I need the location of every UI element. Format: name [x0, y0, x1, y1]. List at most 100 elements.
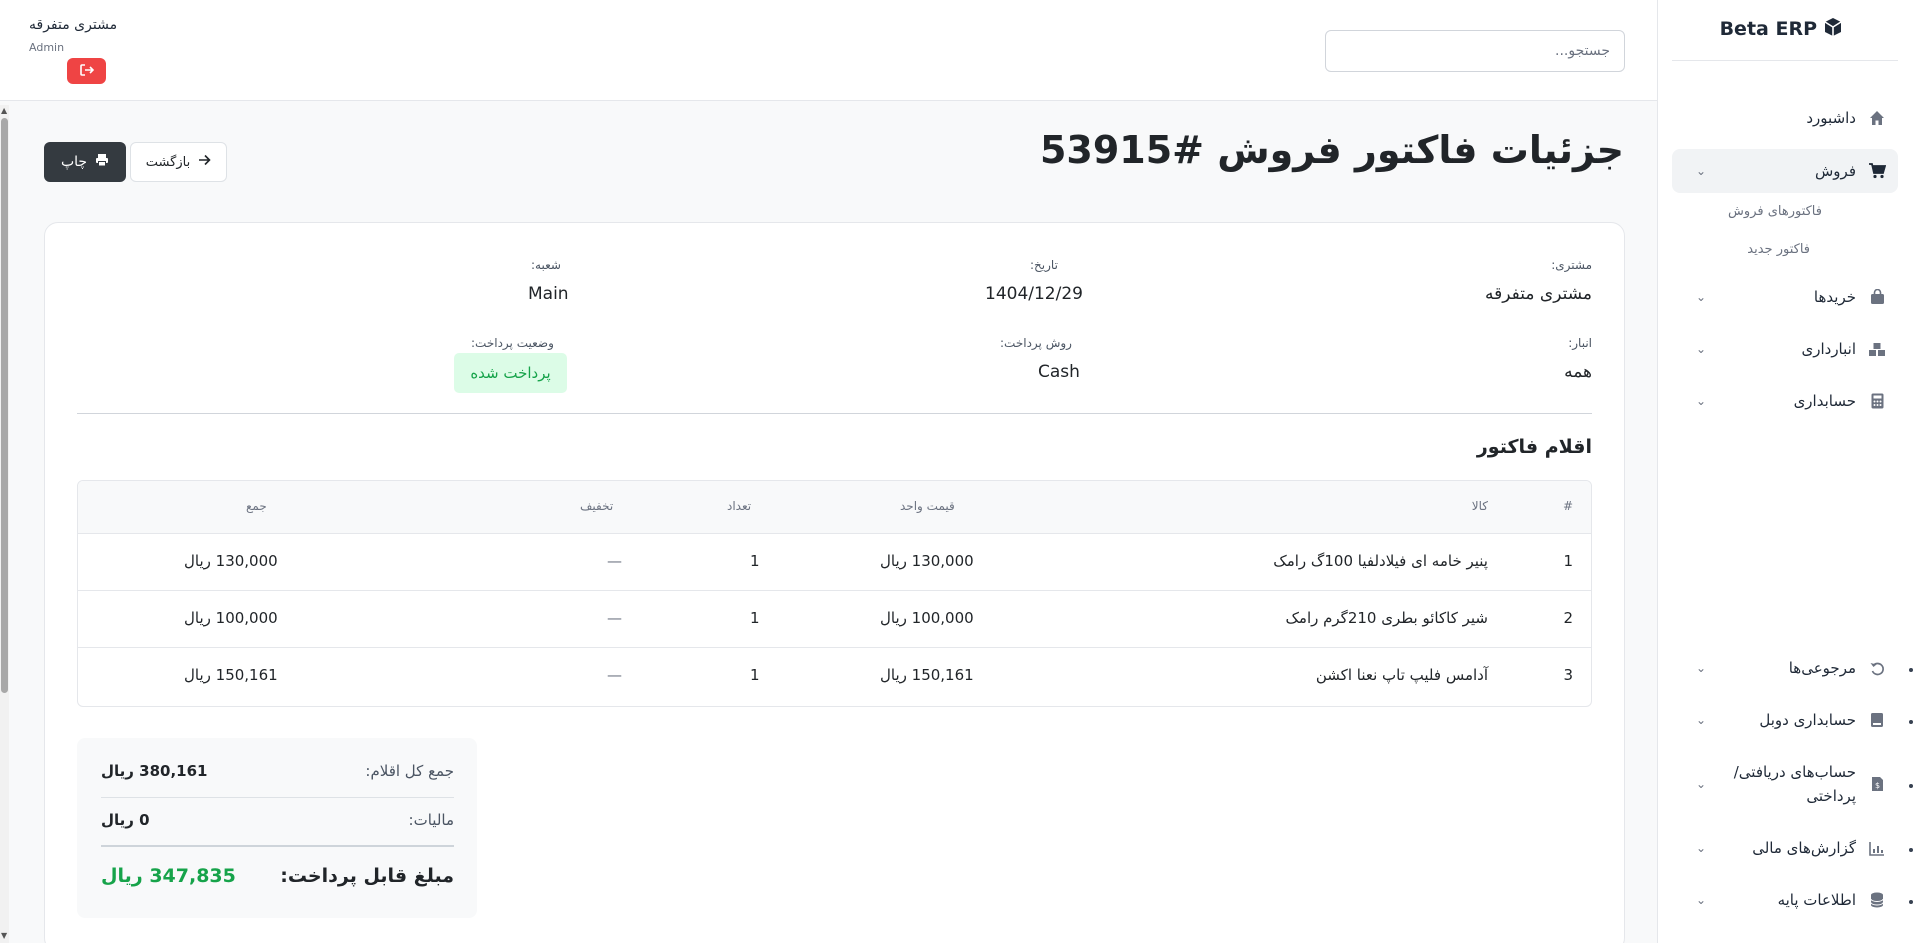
cell-index: 1 — [1563, 552, 1573, 570]
subtotal-value: 380,161 ریال — [101, 762, 208, 780]
sidebar-item-financial-reports[interactable]: گزارش‌های مالی ⌄ — [1672, 826, 1898, 870]
sidebar-item-returns[interactable]: مرجوعی‌ها ⌄ — [1672, 646, 1898, 690]
scroll-up-arrow-icon[interactable]: ▲ — [1, 106, 7, 115]
invoice-icon: $ — [1868, 775, 1886, 793]
chevron-down-icon[interactable]: ⌄ — [1696, 290, 1706, 304]
cell-product: شیر کاکائو بطری 210گرم رامک — [1285, 609, 1488, 627]
sidebar-item-base-info[interactable]: اطلاعات پایه ⌄ — [1672, 878, 1898, 922]
date-value: 1404/12/29 — [985, 284, 1083, 304]
table-row[interactable]: 1 پنیر خامه ای فیلادلفیا 100گ رامک 130,0… — [78, 534, 1591, 591]
col-index: # — [1562, 499, 1573, 513]
brand-divider — [1672, 60, 1898, 61]
back-button[interactable]: بازگشت — [130, 142, 227, 182]
tax-label: مالیات: — [408, 811, 454, 829]
brand[interactable]: Beta ERP — [1720, 16, 1843, 42]
user-name: مشتری متفرقه — [29, 17, 118, 33]
chevron-down-icon[interactable]: ⌄ — [1696, 713, 1706, 727]
table-row[interactable]: 3 آدامس فلیپ تاپ نعنا اکشن 150,161 ریال … — [78, 648, 1591, 705]
sidebar-item-sales[interactable]: فروش ⌄ — [1672, 149, 1898, 193]
back-label: بازگشت — [145, 154, 191, 170]
items-section-title: اقلام فاکتور — [1476, 436, 1592, 458]
invoice-card: مشتری: مشتری متفرقه تاریخ: 1404/12/29 شع… — [44, 222, 1625, 943]
table-row[interactable]: 2 شیر کاکائو بطری 210گرم رامک 100,000 ری… — [78, 591, 1591, 648]
undo-icon — [1868, 659, 1886, 677]
cell-total: 150,161 ریال — [184, 666, 278, 684]
cell-qty: 1 — [750, 666, 760, 684]
cell-unit-price: 130,000 ریال — [880, 552, 974, 570]
top-header: مشتری متفرقه Admin — [0, 0, 1657, 101]
customer-label: مشتری: — [1551, 258, 1592, 272]
arrow-right-icon — [198, 154, 211, 170]
print-button[interactable]: چاپ — [44, 142, 126, 182]
warehouse-label: انبار: — [1568, 336, 1592, 350]
search-input[interactable] — [1325, 30, 1625, 72]
sidebar-item-double-entry[interactable]: حسابداری دوبل ⌄ — [1672, 698, 1898, 742]
chevron-down-icon[interactable]: ⌄ — [1696, 394, 1706, 408]
bullet-dot — [1909, 720, 1913, 724]
chevron-down-icon[interactable]: ⌄ — [1696, 661, 1706, 675]
sidebar-subitem-sales-invoices[interactable]: فاکتورهای فروش — [1728, 204, 1822, 219]
sidebar-item-label: فروش — [1814, 162, 1856, 180]
cell-discount: — — [607, 552, 622, 570]
cart-icon — [1868, 162, 1886, 180]
sidebar-item-label: حسابداری — [1793, 392, 1856, 410]
chevron-down-icon[interactable]: ⌄ — [1696, 777, 1706, 791]
chevron-down-icon[interactable]: ⌄ — [1696, 164, 1706, 178]
totals-divider — [101, 797, 454, 798]
cell-product: پنیر خامه ای فیلادلفیا 100گ رامک — [1273, 552, 1488, 570]
cell-unit-price: 100,000 ریال — [880, 609, 974, 627]
warehouse-value: همه — [1564, 362, 1592, 382]
logout-button[interactable] — [67, 58, 106, 84]
user-role: Admin — [29, 41, 65, 54]
cell-index: 3 — [1563, 666, 1573, 684]
sidebar-item-label: اطلاعات پایه — [1777, 891, 1856, 909]
grand-total-label: مبلغ قابل پرداخت: — [280, 865, 454, 887]
col-discount: تخفیف — [580, 499, 614, 513]
sidebar-item-inventory[interactable]: انبارداری ⌄ — [1672, 327, 1898, 371]
scrollbar-thumb[interactable] — [1, 118, 8, 693]
sidebar: Beta ERP داشبورد فروش ⌄ فاکتورهای فروش ف… — [1657, 0, 1916, 943]
sidebar-item-receivables-payables[interactable]: $ حساب‌های دریافتی/ پرداختی ⌄ — [1672, 756, 1898, 812]
branch-value: Main — [528, 284, 569, 304]
sidebar-item-label: مرجوعی‌ها — [1788, 659, 1856, 677]
cell-index: 2 — [1563, 609, 1573, 627]
payment-method-label: روش پرداخت: — [1000, 336, 1072, 350]
print-label: چاپ — [60, 154, 88, 170]
totals-divider — [101, 845, 454, 847]
svg-text:$: $ — [1874, 781, 1879, 790]
chevron-down-icon[interactable]: ⌄ — [1696, 893, 1706, 907]
sidebar-item-purchases[interactable]: خریدها ⌄ — [1672, 275, 1898, 319]
sidebar-item-dashboard[interactable]: داشبورد — [1672, 96, 1898, 140]
bag-icon — [1868, 288, 1886, 306]
payment-status-label: وضعیت پرداخت: — [471, 336, 554, 350]
subtotal-label: جمع کل اقلام: — [365, 762, 454, 780]
cell-product: آدامس فلیپ تاپ نعنا اکشن — [1315, 666, 1488, 684]
page-title: جزئیات فاکتور فروش #53915 — [1039, 128, 1624, 172]
cell-unit-price: 150,161 ریال — [880, 666, 974, 684]
section-divider — [77, 413, 1592, 414]
printer-icon — [95, 153, 109, 171]
bullet-dot — [1909, 848, 1913, 852]
sidebar-item-label: انبارداری — [1801, 340, 1856, 358]
col-qty: تعداد — [727, 499, 752, 513]
cell-total: 130,000 ریال — [184, 552, 278, 570]
calculator-icon — [1868, 392, 1886, 410]
chevron-down-icon[interactable]: ⌄ — [1696, 342, 1706, 356]
sidebar-subitem-new-invoice[interactable]: فاکتور جدید — [1747, 242, 1810, 257]
customer-value: مشتری متفرقه — [1485, 284, 1592, 304]
tax-value: 0 ریال — [101, 811, 150, 829]
payment-method-value: Cash — [1038, 362, 1080, 382]
scroll-down-arrow-icon[interactable]: ▼ — [1, 931, 7, 940]
branch-label: شعبه: — [531, 258, 561, 272]
col-unit-price: قیمت واحد — [900, 499, 955, 513]
payment-status-badge: پرداخت شده — [454, 353, 567, 393]
totals-box: جمع کل اقلام: 380,161 ریال مالیات: 0 ریا… — [77, 738, 477, 918]
bullet-dot — [1909, 900, 1913, 904]
grand-total-value: 347,835 ریال — [101, 865, 236, 887]
cell-qty: 1 — [750, 552, 760, 570]
chevron-down-icon[interactable]: ⌄ — [1696, 841, 1706, 855]
col-product: کالا — [1471, 499, 1488, 513]
sidebar-item-label: داشبورد — [1806, 109, 1856, 127]
sidebar-item-accounting[interactable]: حسابداری ⌄ — [1672, 379, 1898, 423]
col-total: جمع — [246, 499, 267, 513]
